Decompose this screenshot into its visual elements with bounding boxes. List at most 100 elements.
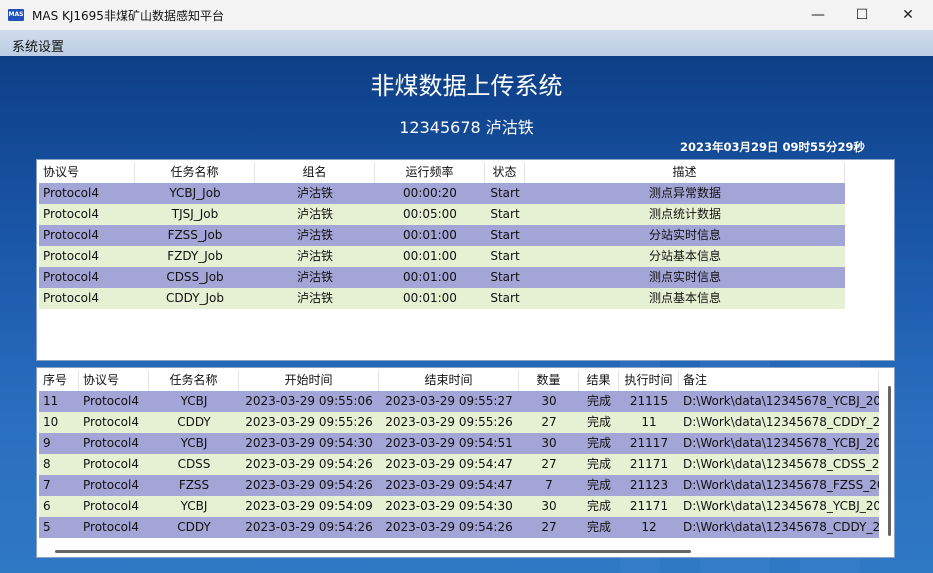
- table-cell: Start: [490, 249, 520, 263]
- table-cell: 00:01:00: [403, 291, 457, 305]
- table-cell: 11: [43, 394, 59, 408]
- column-header[interactable]: 状态: [485, 162, 525, 183]
- table-cell: 00:01:00: [403, 270, 457, 284]
- column-header[interactable]: 任务名称: [135, 162, 255, 183]
- table-row[interactable]: 11 Protocol4 YCBJ 2023-03-29 09:55:06 2023-0…: [39, 391, 879, 412]
- table-cell: Protocol4: [43, 249, 99, 263]
- table-cell: FZDY_Job: [167, 249, 223, 263]
- column-header[interactable]: 协议号: [39, 162, 135, 183]
- table-row[interactable]: 7 Protocol4 FZSS 2023-03-29 09:54:26 2023-03…: [39, 475, 879, 496]
- table-row[interactable]: Protocol4 YCBJ_Job 泸沽铁 00:00:20 Start 测点异常数据: [39, 183, 845, 204]
- table-cell: 完成: [586, 520, 611, 534]
- column-header[interactable]: 备注: [679, 370, 879, 391]
- table-cell: 21171: [629, 499, 669, 513]
- table-cell: 21115: [629, 394, 669, 408]
- table-cell: 泸沽铁: [296, 249, 333, 263]
- window-title: MAS KJ1695非煤矿山数据感知平台: [32, 8, 224, 23]
- table-cell: 6: [43, 499, 51, 513]
- table-cell: YCBJ_Job: [169, 186, 221, 200]
- table-row[interactable]: 9 Protocol4 YCBJ 2023-03-29 09:54:30 2023-03…: [39, 433, 879, 454]
- column-header[interactable]: 任务名称: [149, 370, 239, 391]
- minimize-button[interactable]: —: [795, 0, 841, 30]
- table-cell: D:\Work\data\12345678_CDSS_20: [683, 457, 879, 471]
- table-cell: Protocol4: [43, 291, 99, 305]
- table-cell: 00:01:00: [403, 249, 457, 263]
- table-row[interactable]: Protocol4 FZDY_Job 泸沽铁 00:01:00 Start 分站基本信息: [39, 246, 845, 267]
- table-cell: Protocol4: [43, 228, 99, 242]
- table-row[interactable]: Protocol4 TJSJ_Job 泸沽铁 00:05:00 Start 测点统计数据: [39, 204, 845, 225]
- table-cell: Start: [490, 228, 520, 242]
- table-cell: Start: [490, 270, 520, 284]
- table-cell: 泸沽铁: [296, 291, 333, 305]
- table-cell: 分站实时信息: [648, 228, 721, 242]
- table-cell: 10: [43, 415, 59, 429]
- table-cell: Protocol4: [43, 186, 99, 200]
- table-cell: D:\Work\data\12345678_CDDY_20: [683, 415, 879, 429]
- logs-table[interactable]: 序号 协议号 任务名称 开始时间 结束时间 数量 结果 执行时间 备注 11 Protocol4 YC…: [36, 367, 895, 558]
- column-header[interactable]: 序号: [39, 370, 79, 391]
- table-cell: Protocol4: [83, 499, 139, 513]
- table-cell: Start: [490, 207, 520, 221]
- table-row[interactable]: Protocol4 CDDY_Job 泸沽铁 00:01:00 Start 测点基本信息: [39, 288, 845, 309]
- table-row[interactable]: Protocol4 FZSS_Job 泸沽铁 00:01:00 Start 分站实时信息: [39, 225, 845, 246]
- column-header[interactable]: 结束时间: [379, 370, 519, 391]
- column-header[interactable]: 结果: [579, 370, 619, 391]
- vertical-scrollbar[interactable]: [888, 386, 891, 536]
- table-cell: 完成: [586, 499, 611, 513]
- table-row[interactable]: Protocol4 CDSS_Job 泸沽铁 00:01:00 Start 测点实时信息: [39, 267, 845, 288]
- table-cell: TJSJ_Job: [171, 207, 219, 221]
- column-header[interactable]: 描述: [525, 162, 845, 183]
- table-cell: 8: [43, 457, 51, 471]
- table-cell: Start: [490, 186, 520, 200]
- table-cell: 2023-03-29 09:54:26: [245, 457, 373, 471]
- table-cell: 2023-03-29 09:55:27: [385, 394, 513, 408]
- jobs-table[interactable]: 协议号 任务名称 组名 运行频率 状态 描述 Protocol4 YCBJ_Job 泸沽铁 00:…: [36, 159, 895, 361]
- column-header[interactable]: 执行时间: [619, 370, 679, 391]
- table-cell: Protocol4: [83, 478, 139, 492]
- table-cell: 完成: [586, 394, 611, 408]
- table-cell: 12: [641, 520, 657, 534]
- table-cell: 2023-03-29 09:55:26: [385, 415, 513, 429]
- table-row[interactable]: 6 Protocol4 YCBJ 2023-03-29 09:54:09 2023-03…: [39, 496, 879, 517]
- table-cell: 泸沽铁: [296, 270, 333, 284]
- maximize-button[interactable]: ☐: [839, 0, 885, 30]
- table-row[interactable]: 5 Protocol4 CDDY 2023-03-29 09:54:26 2023-03…: [39, 517, 879, 538]
- table-cell: 2023-03-29 09:55:26: [245, 415, 373, 429]
- table-cell: YCBJ: [180, 394, 208, 408]
- menu-system-settings[interactable]: 系统设置: [12, 36, 64, 55]
- table-row[interactable]: 10 Protocol4 CDDY 2023-03-29 09:55:26 2023-0…: [39, 412, 879, 433]
- table-cell: FZSS: [178, 478, 210, 492]
- table-cell: Protocol4: [43, 270, 99, 284]
- table-cell: D:\Work\data\12345678_YCBJ_20: [683, 499, 879, 513]
- table-header: 协议号 任务名称 组名 运行频率 状态 描述: [39, 162, 845, 183]
- table-cell: CDSS: [177, 457, 211, 471]
- table-cell: 21117: [629, 436, 669, 450]
- table-cell: 测点异常数据: [648, 186, 721, 200]
- column-header[interactable]: 协议号: [79, 370, 149, 391]
- table-cell: Protocol4: [83, 457, 139, 471]
- table-cell: 7: [545, 478, 553, 492]
- table-cell: CDDY: [177, 415, 211, 429]
- column-header[interactable]: 运行频率: [375, 162, 485, 183]
- table-cell: 11: [641, 415, 657, 429]
- table-cell: D:\Work\data\12345678_FZSS_20: [683, 478, 879, 492]
- table-cell: 00:05:00: [403, 207, 457, 221]
- table-cell: 2023-03-29 09:54:26: [245, 478, 373, 492]
- column-header[interactable]: 数量: [519, 370, 579, 391]
- table-cell: D:\Work\data\12345678_CDDY_20: [683, 520, 879, 534]
- table-cell: 30: [541, 436, 557, 450]
- table-cell: 30: [541, 394, 557, 408]
- current-datetime: 2023年03月29日 09时55分29秒: [679, 140, 865, 154]
- table-cell: 2023-03-29 09:54:47: [385, 478, 513, 492]
- horizontal-scrollbar[interactable]: [55, 550, 691, 553]
- table-cell: 9: [43, 436, 51, 450]
- table-cell: 完成: [586, 478, 611, 492]
- table-cell: 测点统计数据: [648, 207, 721, 221]
- column-header[interactable]: 组名: [255, 162, 375, 183]
- table-cell: 00:01:00: [403, 228, 457, 242]
- table-cell: CDDY_Job: [165, 291, 225, 305]
- close-button[interactable]: ✕: [885, 0, 931, 30]
- table-row[interactable]: 8 Protocol4 CDSS 2023-03-29 09:54:26 2023-03…: [39, 454, 879, 475]
- table-cell: Protocol4: [83, 436, 139, 450]
- column-header[interactable]: 开始时间: [239, 370, 379, 391]
